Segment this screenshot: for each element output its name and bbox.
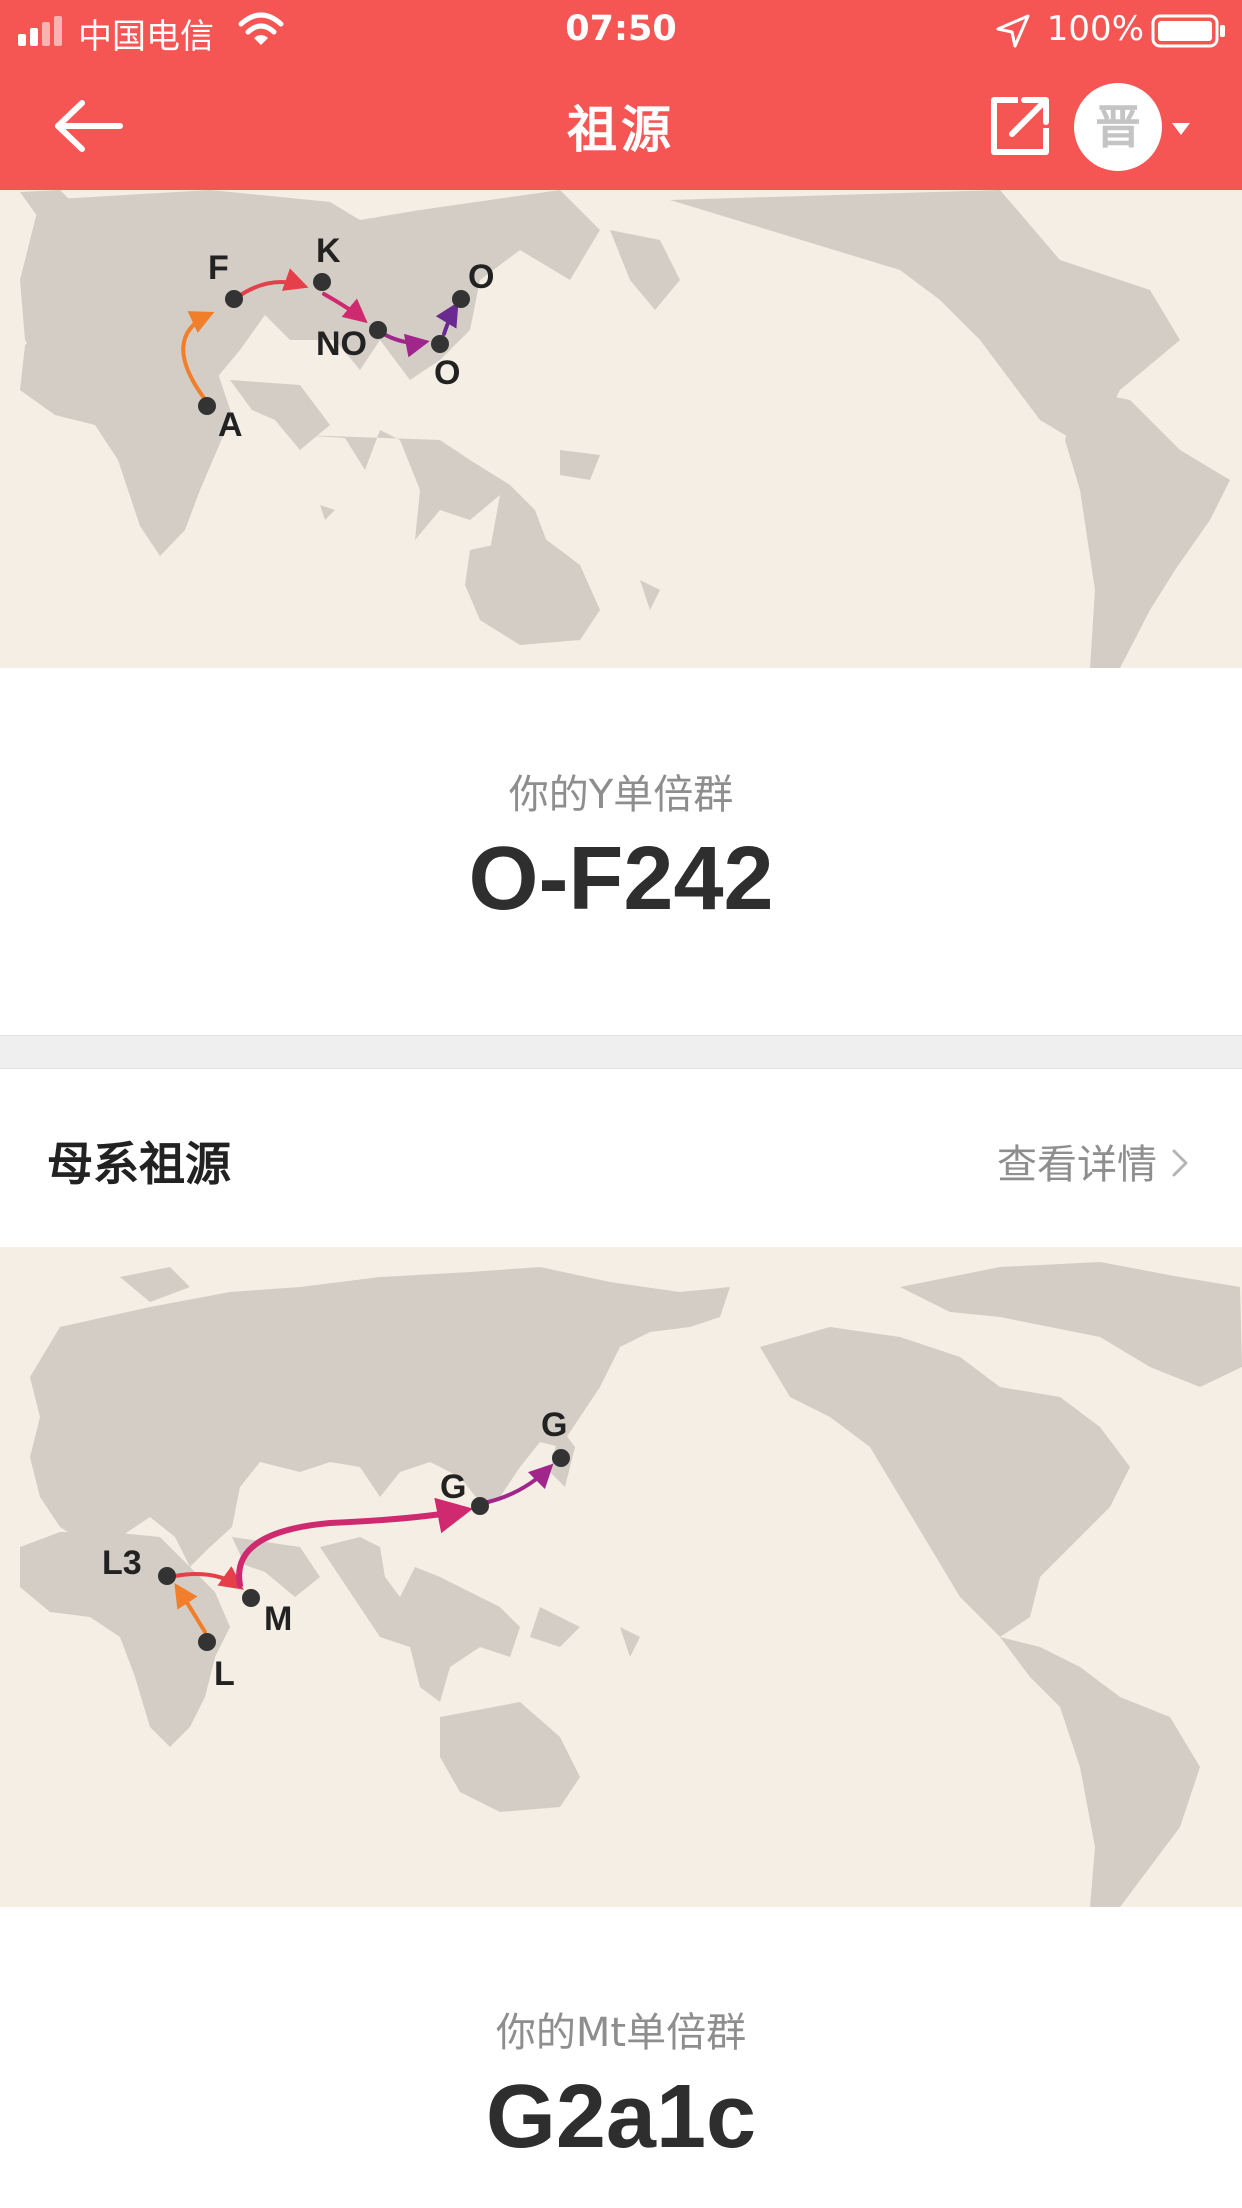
node-l3 xyxy=(158,1567,176,1585)
share-icon[interactable] xyxy=(988,94,1052,158)
paternal-migration-map: A F K NO O O xyxy=(0,190,1242,668)
y-haplogroup-value: O-F242 xyxy=(468,829,774,929)
view-details-label: 查看详情 xyxy=(997,1142,1157,1188)
label-f: F xyxy=(208,249,229,287)
label-m: M xyxy=(264,1600,292,1638)
battery-percent: 100% xyxy=(1046,9,1144,49)
label-no: NO xyxy=(316,325,367,363)
land-masses xyxy=(20,1262,1242,1907)
node-k xyxy=(313,273,331,291)
world-map-paternal: A F K NO O O xyxy=(20,190,1230,668)
mt-haplogroup-value: G2a1c xyxy=(485,2067,757,2167)
node-l xyxy=(198,1633,216,1651)
label-o-2: O xyxy=(468,258,494,296)
nav-bar: 祖源 晋 xyxy=(0,62,1242,190)
location-arrow-icon xyxy=(996,14,1030,48)
maternal-migration-map: L L3 M G G xyxy=(0,1247,1242,1907)
world-map-maternal: L L3 M G G xyxy=(20,1262,1242,1907)
node-m xyxy=(242,1589,260,1607)
node-g-2 xyxy=(552,1449,570,1467)
node-a xyxy=(198,397,216,415)
section-divider xyxy=(0,1035,1242,1069)
label-k: K xyxy=(316,232,341,270)
node-g-1 xyxy=(471,1497,489,1515)
battery-icon xyxy=(1151,14,1225,48)
label-l: L xyxy=(214,1655,235,1693)
status-bar: 中国电信 07:50 100% xyxy=(0,0,1242,62)
label-a: A xyxy=(218,406,243,444)
chevron-right-icon xyxy=(1172,1149,1188,1177)
y-haplogroup-label: 你的Y单倍群 xyxy=(508,772,734,818)
label-l3: L3 xyxy=(102,1544,142,1582)
node-no xyxy=(369,321,387,339)
land-masses xyxy=(20,190,1230,668)
view-details-link[interactable]: 查看详情 xyxy=(997,1132,1189,1190)
node-o-1 xyxy=(431,335,449,353)
avatar[interactable]: 晋 xyxy=(1074,83,1162,171)
page-title: 祖源 xyxy=(567,101,675,159)
caret-down-icon[interactable] xyxy=(1170,120,1192,138)
label-o-1: O xyxy=(434,354,460,392)
label-g-2: G xyxy=(541,1406,567,1444)
node-f xyxy=(225,290,243,308)
maternal-section-title: 母系祖源 xyxy=(47,1137,231,1191)
label-g-1: G xyxy=(440,1468,466,1506)
mt-haplogroup-label: 你的Mt单倍群 xyxy=(495,2010,747,2056)
